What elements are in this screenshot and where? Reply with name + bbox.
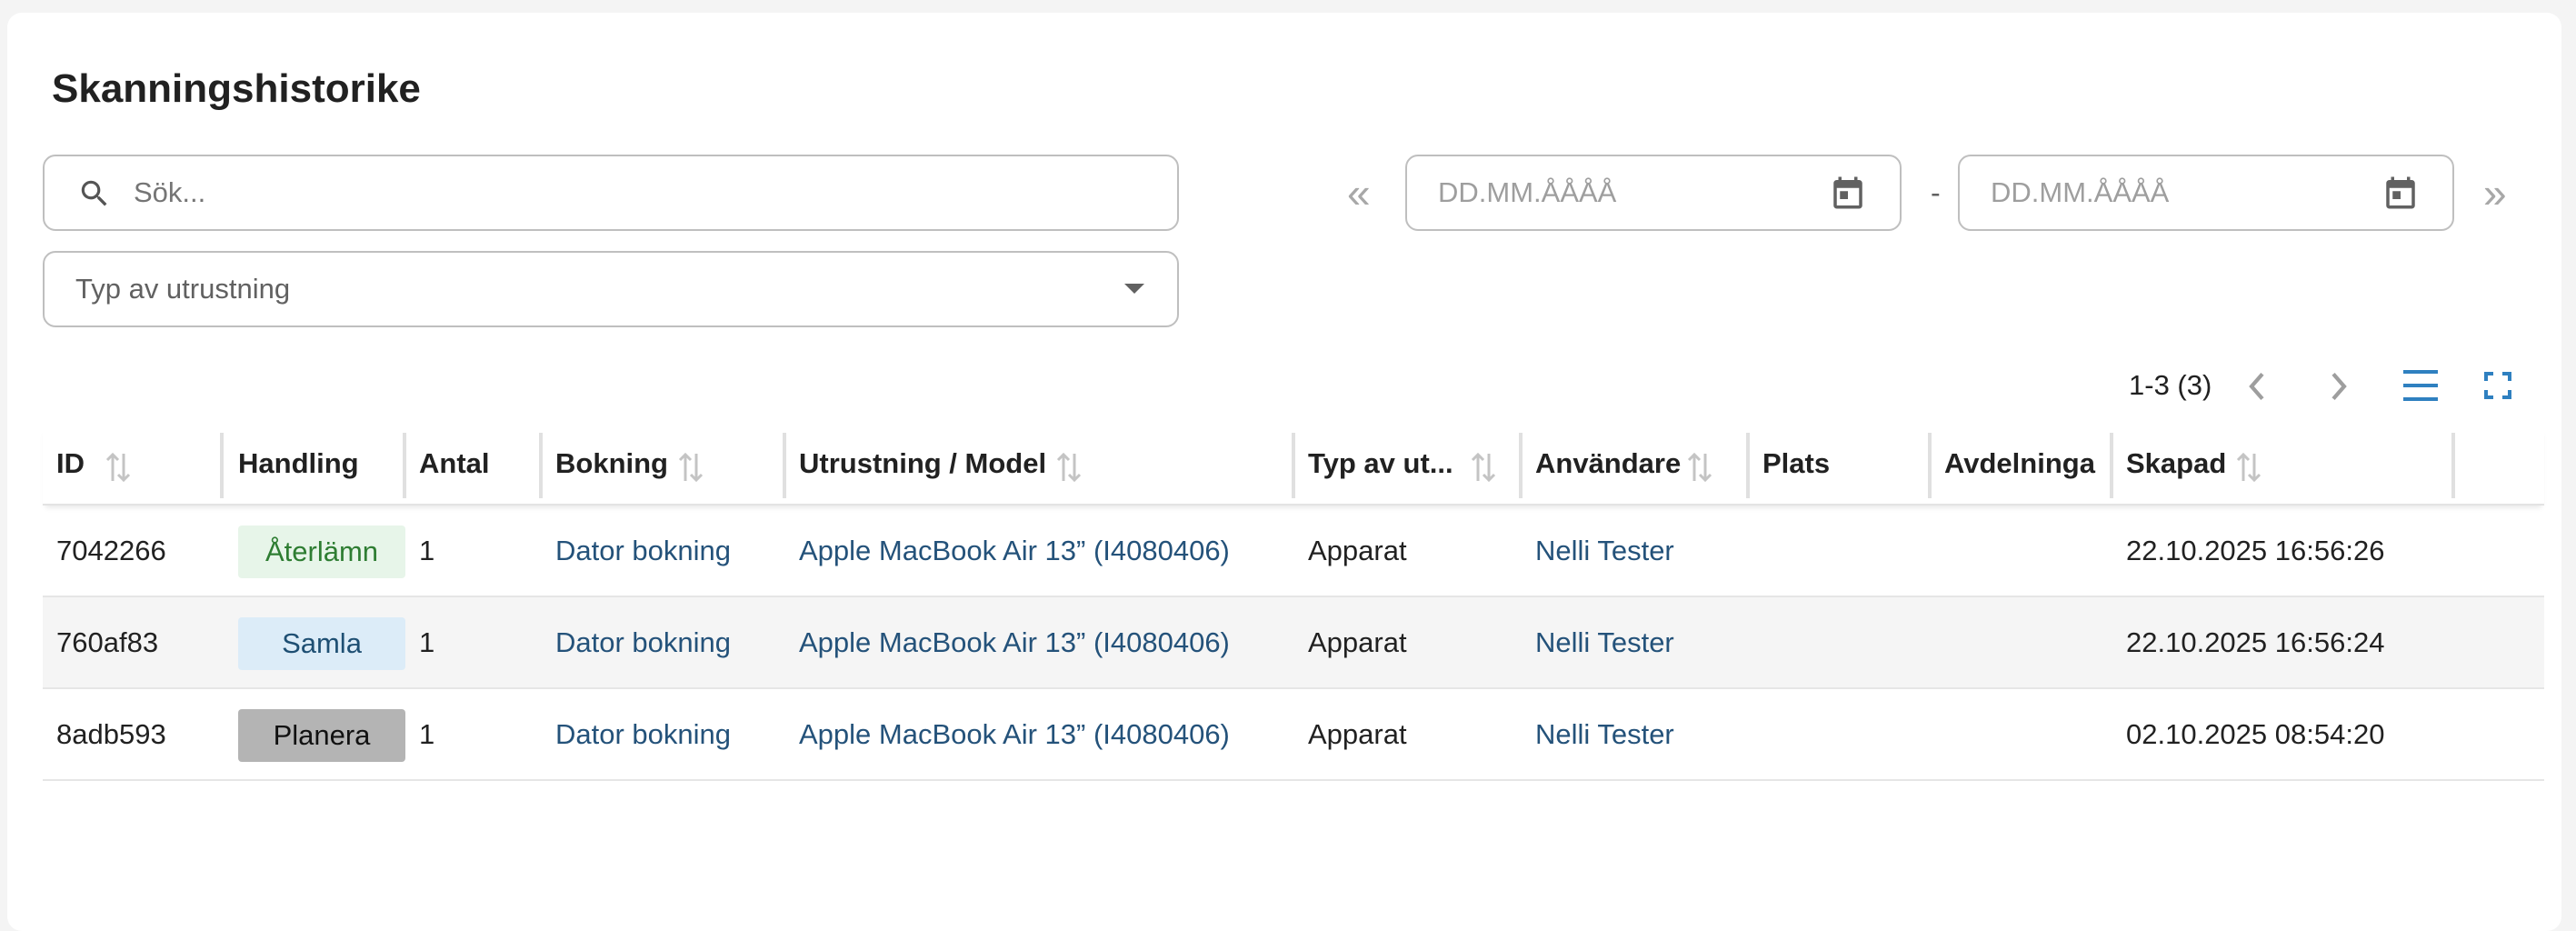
table-row[interactable]: 7042266 Återlämn 1 Dator bokning Apple M…	[43, 506, 2544, 597]
column-separator[interactable]	[220, 433, 224, 498]
search-input[interactable]	[134, 156, 1133, 229]
column-separator[interactable]	[2110, 433, 2113, 498]
chevron-left-icon[interactable]	[2245, 371, 2269, 402]
cell-created: 22.10.2025 16:56:26	[2126, 535, 2385, 566]
date-from-field[interactable]: DD.MM.ÅÅÅÅ	[1405, 155, 1902, 231]
search-field[interactable]	[43, 155, 1179, 231]
column-separator[interactable]	[1292, 433, 1295, 498]
column-header-created[interactable]: Skapad	[2126, 427, 2226, 504]
column-header-booking[interactable]: Bokning	[555, 427, 668, 504]
sort-icon[interactable]	[1470, 451, 1497, 484]
booking-link[interactable]: Dator bokning	[555, 506, 731, 596]
column-header-department[interactable]: Avdelninga	[1944, 427, 2095, 504]
date-from-placeholder: DD.MM.ÅÅÅÅ	[1438, 176, 1617, 208]
column-header-count[interactable]: Antal	[419, 427, 490, 504]
pagination-range: 1-3 (3)	[2129, 369, 2212, 401]
equipment-link[interactable]: Apple MacBook Air 13” (I4080406)	[799, 506, 1230, 596]
date-range-separator: -	[1931, 176, 1941, 209]
equipment-type-placeholder: Typ av utrustning	[75, 273, 291, 305]
action-badge: Samla	[238, 617, 405, 670]
user-link[interactable]: Nelli Tester	[1535, 506, 1674, 596]
date-to-placeholder: DD.MM.ÅÅÅÅ	[1991, 176, 2170, 208]
sort-icon[interactable]	[2235, 451, 2262, 484]
cell-created: 22.10.2025 16:56:24	[2126, 626, 2385, 658]
action-badge: Planera	[238, 709, 405, 762]
cell-id: 8adb593	[56, 718, 166, 750]
column-header-equipment[interactable]: Utrustning / Model	[799, 427, 1046, 504]
page-title: Skanningshistorike	[52, 66, 421, 111]
date-to-field[interactable]: DD.MM.ÅÅÅÅ	[1958, 155, 2454, 231]
search-icon	[81, 180, 107, 206]
cell-count: 1	[419, 718, 435, 750]
cell-created: 02.10.2025 08:54:20	[2126, 718, 2385, 750]
user-link[interactable]: Nelli Tester	[1535, 689, 1674, 779]
chevron-right-icon[interactable]	[2327, 371, 2351, 402]
column-header-equipment-type[interactable]: Typ av ut...	[1308, 427, 1453, 504]
cell-count: 1	[419, 626, 435, 658]
column-separator[interactable]	[403, 433, 406, 498]
sort-icon[interactable]	[1686, 451, 1713, 484]
scan-history-table: ID Handling Antal Bokning Utrustning / M…	[43, 427, 2544, 781]
column-separator[interactable]	[2451, 433, 2455, 498]
equipment-type-select[interactable]: Typ av utrustning	[43, 251, 1179, 327]
cell-equipment-type: Apparat	[1308, 718, 1407, 750]
sort-icon[interactable]	[105, 451, 132, 484]
action-badge: Återlämn	[238, 526, 405, 578]
column-header-place[interactable]: Plats	[1762, 427, 1830, 504]
user-link[interactable]: Nelli Tester	[1535, 597, 1674, 687]
table-header: ID Handling Antal Bokning Utrustning / M…	[43, 427, 2544, 506]
table-row[interactable]: 8adb593 Planera 1 Dator bokning Apple Ma…	[43, 689, 2544, 781]
cell-id: 760af83	[56, 626, 159, 658]
column-separator[interactable]	[1519, 433, 1523, 498]
column-separator[interactable]	[1746, 433, 1750, 498]
list-view-icon[interactable]	[2401, 365, 2440, 405]
double-chevron-left-icon[interactable]: «	[1347, 172, 1371, 214]
equipment-link[interactable]: Apple MacBook Air 13” (I4080406)	[799, 689, 1230, 779]
column-header-action[interactable]: Handling	[238, 427, 359, 504]
double-chevron-right-icon[interactable]: »	[2483, 172, 2507, 214]
column-separator[interactable]	[1928, 433, 1932, 498]
booking-link[interactable]: Dator bokning	[555, 689, 731, 779]
column-header-id[interactable]: ID	[56, 427, 85, 504]
cell-count: 1	[419, 535, 435, 566]
sort-icon[interactable]	[1055, 451, 1083, 484]
column-separator[interactable]	[783, 433, 786, 498]
scan-history-panel: Skanningshistorike Typ av utrustning « D…	[7, 13, 2561, 931]
cell-equipment-type: Apparat	[1308, 535, 1407, 566]
fullscreen-icon[interactable]	[2483, 371, 2512, 400]
calendar-icon[interactable]	[1829, 174, 1867, 212]
equipment-link[interactable]: Apple MacBook Air 13” (I4080406)	[799, 597, 1230, 687]
calendar-icon[interactable]	[2381, 174, 2420, 212]
cell-equipment-type: Apparat	[1308, 626, 1407, 658]
chevron-down-icon[interactable]	[1124, 284, 1144, 294]
column-separator[interactable]	[539, 433, 543, 498]
sort-icon[interactable]	[677, 451, 704, 484]
column-header-user[interactable]: Användare	[1535, 427, 1681, 504]
cell-id: 7042266	[56, 535, 166, 566]
booking-link[interactable]: Dator bokning	[555, 597, 731, 687]
table-row[interactable]: 760af83 Samla 1 Dator bokning Apple MacB…	[43, 597, 2544, 689]
